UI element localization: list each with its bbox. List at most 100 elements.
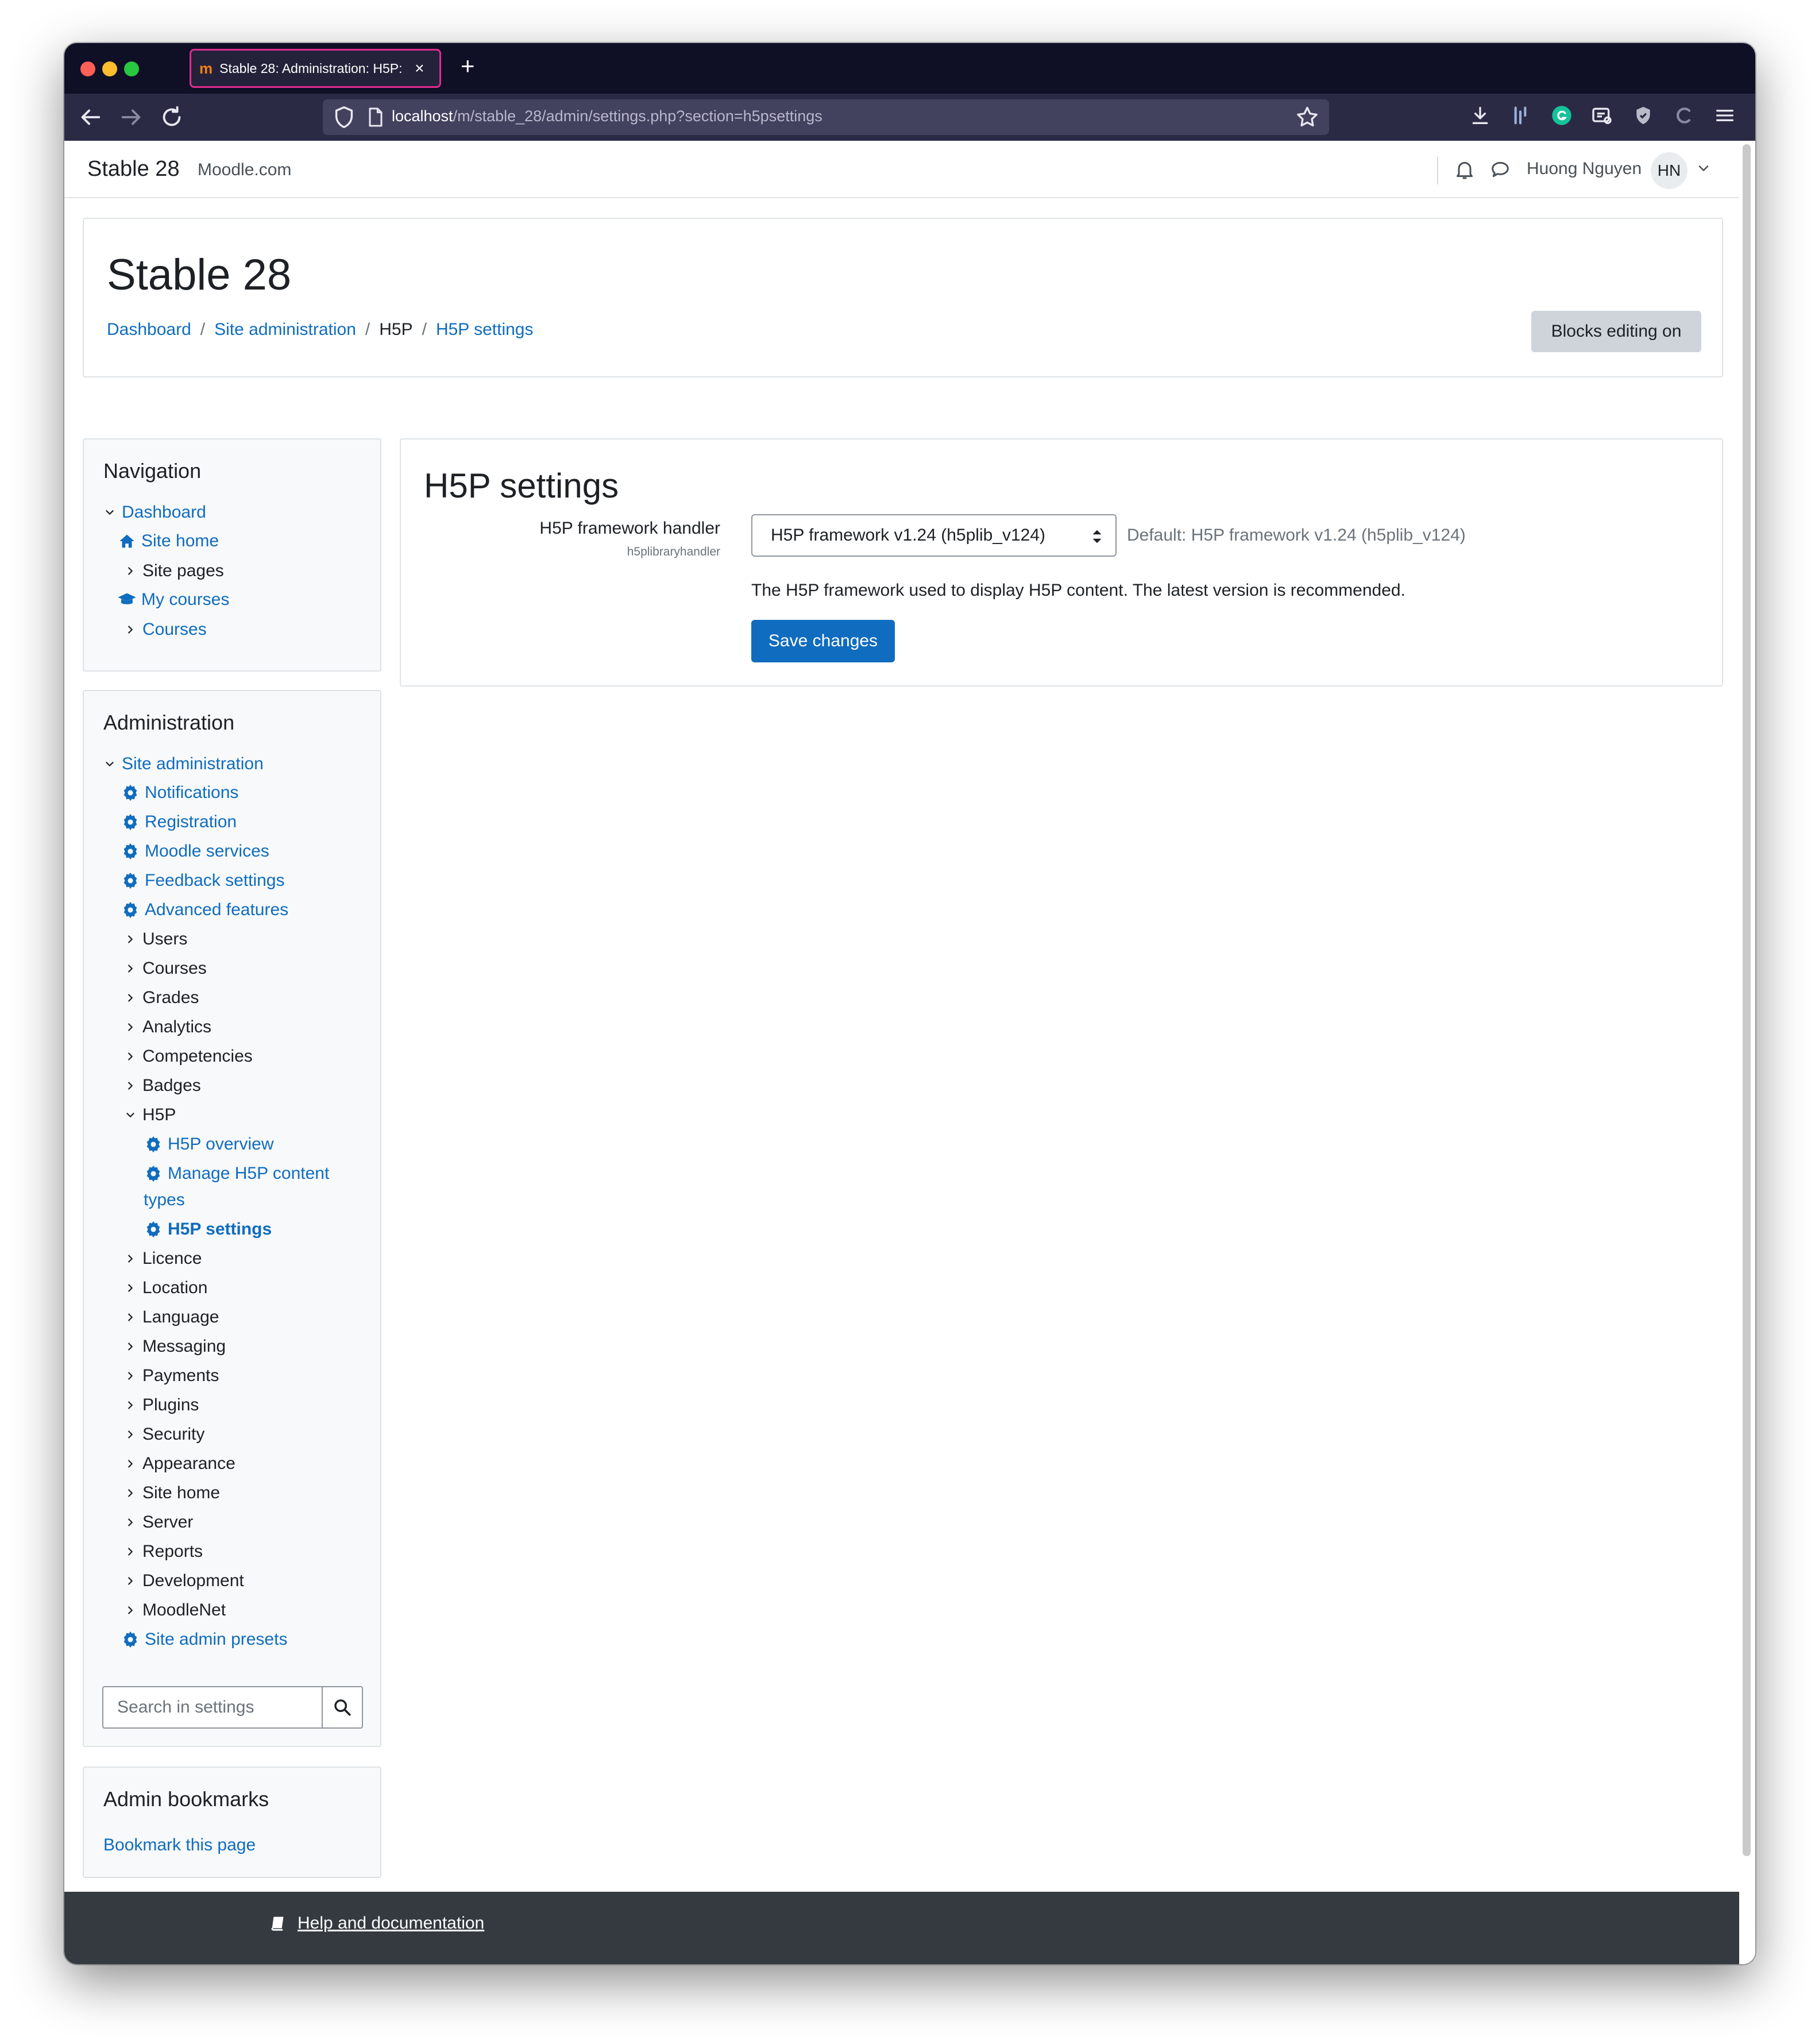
- admin-item-competencies[interactable]: Competencies: [124, 1047, 253, 1066]
- admin-item-courses[interactable]: Courses: [124, 959, 207, 978]
- browser-tab[interactable]: m Stable 28: Administration: H5P: ×: [190, 49, 441, 88]
- breadcrumb-dashboard[interactable]: Dashboard: [107, 320, 191, 340]
- extension-c-icon[interactable]: [1670, 104, 1697, 134]
- breadcrumb-separator: /: [422, 320, 427, 339]
- new-tab-button[interactable]: +: [461, 52, 475, 80]
- admin-item-analytics[interactable]: Analytics: [124, 1017, 211, 1037]
- gear-icon: [146, 1136, 160, 1153]
- navigation-block: Navigation Dashboard Site home Site page…: [83, 438, 381, 672]
- admin-item-language[interactable]: Language: [124, 1308, 219, 1327]
- setting-label: H5P framework handler: [539, 519, 720, 538]
- admin-item-plugins[interactable]: Plugins: [124, 1395, 199, 1415]
- chevron-right-icon: [128, 1082, 133, 1090]
- maximize-window-button[interactable]: [124, 61, 139, 76]
- book-icon: [271, 1916, 284, 1931]
- navbar-divider: [1437, 157, 1438, 184]
- moodle-com-link[interactable]: Moodle.com: [198, 160, 291, 180]
- search-settings-button[interactable]: [322, 1686, 363, 1729]
- admin-item-site-home[interactable]: Site home: [124, 1483, 220, 1503]
- admin-item-payments[interactable]: Payments: [124, 1366, 219, 1386]
- admin-item-advanced-features[interactable]: Advanced features: [121, 900, 288, 920]
- admin-item-notifications[interactable]: Notifications: [121, 783, 238, 803]
- admin-item-location[interactable]: Location: [124, 1278, 207, 1298]
- user-name[interactable]: Huong Nguyen: [1527, 159, 1642, 179]
- chevron-down-icon[interactable]: [1696, 160, 1712, 176]
- admin-item-appearance[interactable]: Appearance: [124, 1454, 235, 1474]
- minimize-window-button[interactable]: [102, 61, 117, 76]
- nav-item-site-pages[interactable]: Site pages: [124, 561, 224, 581]
- admin-item-moodle-services[interactable]: Moodle services: [121, 842, 269, 861]
- breadcrumb-site-administration[interactable]: Site administration: [214, 320, 356, 340]
- admin-item-moodlenet[interactable]: MoodleNet: [124, 1601, 226, 1620]
- back-arrow-icon[interactable]: [77, 104, 103, 137]
- browser-toolbar: localhost/m/stable_28/admin/settings.php…: [64, 94, 1755, 141]
- search-settings-input[interactable]: [102, 1686, 323, 1729]
- page-scrollbar[interactable]: [1743, 144, 1751, 1856]
- admin-item-h5p-overview[interactable]: H5P overview: [144, 1135, 274, 1154]
- breadcrumb-h5p-settings[interactable]: H5P settings: [436, 320, 534, 340]
- framework-handler-select[interactable]: H5P framework v1.24 (h5plib_v124): [751, 514, 1117, 557]
- admin-item-licence[interactable]: Licence: [124, 1249, 202, 1268]
- page-title: Stable 28: [107, 250, 292, 299]
- privacy-shield-icon[interactable]: [1630, 104, 1656, 134]
- nav-item-my-courses[interactable]: My courses: [117, 590, 229, 610]
- chevron-right-icon: [128, 935, 133, 943]
- reload-icon[interactable]: [159, 104, 185, 137]
- admin-item-registration[interactable]: Registration: [121, 812, 237, 832]
- admin-item-manage-h5p-content-types[interactable]: Manage H5P content: [144, 1164, 329, 1183]
- user-avatar[interactable]: HN: [1651, 152, 1687, 189]
- forward-arrow-icon[interactable]: [118, 104, 145, 137]
- chevron-right-icon: [128, 1313, 133, 1321]
- notifications-bell-icon[interactable]: [1453, 158, 1476, 181]
- admin-item-messaging[interactable]: Messaging: [124, 1337, 226, 1356]
- tab-strip: m Stable 28: Administration: H5P: × +: [64, 43, 1755, 94]
- page-header: Stable 28 Dashboard / Site administratio…: [83, 218, 1723, 377]
- nav-item-dashboard[interactable]: Dashboard: [103, 503, 206, 522]
- admin-item-feedback-settings[interactable]: Feedback settings: [121, 871, 284, 890]
- page-info-icon[interactable]: [364, 104, 387, 130]
- nav-item-courses[interactable]: Courses: [124, 620, 207, 639]
- admin-item-badges[interactable]: Badges: [124, 1076, 201, 1096]
- breadcrumb: Dashboard / Site administration / H5P / …: [107, 320, 534, 340]
- chevron-right-icon: [128, 1518, 133, 1526]
- admin-item-site-administration[interactable]: Site administration: [103, 754, 264, 774]
- admin-item-users[interactable]: Users: [124, 930, 187, 949]
- blocks-editing-button[interactable]: Blocks editing on: [1531, 311, 1701, 352]
- downloads-icon[interactable]: [1467, 104, 1493, 134]
- save-changes-button[interactable]: Save changes: [751, 620, 895, 662]
- gear-icon: [146, 1221, 160, 1238]
- address-bar[interactable]: localhost/m/stable_28/admin/settings.php…: [323, 99, 1329, 135]
- admin-item-site-admin-presets[interactable]: Site admin presets: [121, 1630, 287, 1649]
- home-icon: [119, 534, 134, 548]
- chevron-down-icon: [106, 762, 114, 766]
- grammarly-icon[interactable]: [1548, 104, 1575, 134]
- page-footer: Help and documentation: [64, 1892, 1739, 1964]
- close-window-button[interactable]: [80, 61, 95, 76]
- administration-block-title: Administration: [103, 711, 235, 734]
- menu-icon[interactable]: [1712, 104, 1738, 134]
- extension-bars-icon[interactable]: [1507, 104, 1534, 134]
- nav-item-site-home[interactable]: Site home: [117, 531, 219, 551]
- close-tab-icon[interactable]: ×: [415, 59, 424, 78]
- help-documentation-link[interactable]: Help and documentation: [269, 1914, 484, 1933]
- gear-icon: [123, 1631, 137, 1648]
- admin-item-reports[interactable]: Reports: [124, 1542, 203, 1561]
- graduation-cap-icon: [118, 593, 136, 604]
- admin-item-h5p[interactable]: H5P: [124, 1105, 176, 1125]
- reader-view-icon[interactable]: [1589, 104, 1615, 134]
- gear-icon: [146, 1165, 160, 1182]
- bookmark-star-icon[interactable]: [1295, 104, 1320, 130]
- admin-item-security[interactable]: Security: [124, 1425, 204, 1444]
- site-name[interactable]: Stable 28: [87, 157, 180, 182]
- admin-item-server[interactable]: Server: [124, 1513, 193, 1532]
- setting-description: The H5P framework used to display H5P co…: [751, 581, 1405, 600]
- admin-item-manage-h5p-content-types-wrap[interactable]: types: [144, 1190, 185, 1210]
- breadcrumb-separator: /: [200, 320, 206, 339]
- bookmark-this-page-link[interactable]: Bookmark this page: [103, 1835, 256, 1855]
- tracking-shield-icon[interactable]: [331, 104, 357, 130]
- chevron-right-icon: [128, 1343, 133, 1351]
- messages-chat-icon[interactable]: [1489, 158, 1512, 181]
- admin-item-h5p-settings[interactable]: H5P settings: [144, 1220, 272, 1239]
- admin-item-development[interactable]: Development: [124, 1571, 244, 1591]
- admin-item-grades[interactable]: Grades: [124, 988, 199, 1008]
